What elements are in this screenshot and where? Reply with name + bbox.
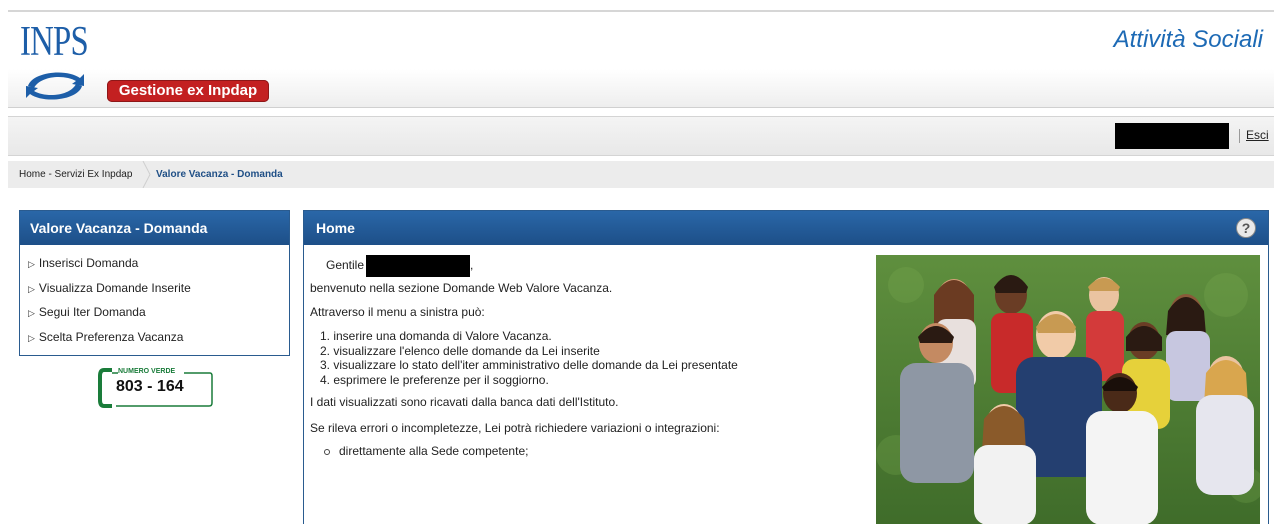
breadcrumb-separator-icon [142,161,151,188]
main-panel-header: Home ? [304,211,1268,245]
list-item: 1. inserire una domanda di Valore Vacanz… [320,329,552,343]
logo-swirl-icon [26,72,84,100]
triangle-right-icon: ▷ [28,259,35,269]
sidebar-panel: Valore Vacanza - Domanda ▷ Inserisci Doma… [19,210,290,356]
numero-verde-badge: NUMERO VERDE 803 - 164 [98,368,214,408]
steps-list: 1. inserire una domanda di Valore Vacanz… [320,329,738,387]
sidebar-title: Valore Vacanza - Domanda [20,211,289,245]
contact-list-item: direttamente alla Sede competente; [324,444,528,458]
header: INPS Gestione ex Inpdap Attività Sociali [8,12,1274,108]
redacted-username [1115,123,1229,149]
children-group-photo [876,255,1260,524]
contact-item-text: direttamente alla Sede competente; [339,444,529,458]
sidebar-item-inserisci-domanda[interactable]: ▷ Inserisci Domanda [20,251,289,276]
divider [1239,129,1240,143]
list-item: 4. esprimere le preferenze per il soggio… [320,372,549,387]
data-note: I dati visualizzati sono ricavati dalla … [310,395,619,409]
numero-verde-label: NUMERO VERDE [118,368,176,375]
sidebar-menu: ▷ Inserisci Domanda ▷ Visualizza Domande I… [20,245,289,349]
sidebar-item-label: Inserisci Domanda [38,256,139,270]
sidebar-item-scelta-preferenza[interactable]: ▷ Scelta Preferenza Vacanza [20,325,289,350]
list-item: 2. visualizzare l'elenco delle domande d… [320,343,600,358]
sidebar-item-segui-iter[interactable]: ▷ Segui Iter Domanda [20,300,289,325]
main-panel: Home ? Gentile, benvenuto nella sezione … [303,210,1269,524]
app-title: Attività Sociali [1113,26,1263,53]
triangle-right-icon: ▷ [28,332,35,343]
intro-text: Attraverso il menu a sinistra può: [310,305,485,319]
logout-link[interactable]: Esci [1246,128,1269,142]
page-title: Home [316,220,355,236]
list-item: 3. visualizzare lo stato dell'iter ammin… [320,358,738,372]
circle-bullet-icon [324,448,330,455]
breadcrumb: Home - Servizi Ex Inpdap Valore Vacanza … [8,161,1274,188]
errors-note: Se rileva errori o incompletezze, Lei po… [310,421,720,435]
numero-verde-number: 803 - 164 [116,378,184,395]
welcome-text: benvenuto nella sezione Domande Web Valo… [310,281,613,295]
breadcrumb-home[interactable]: Home - Servizi Ex Inpdap [19,161,132,188]
greeting-text: Gentile [326,258,365,273]
redacted-name [366,255,471,277]
triangle-right-icon: ▷ [28,283,35,294]
help-icon[interactable]: ? [1236,218,1256,238]
greeting: Gentile, [326,255,473,277]
sidebar-item-label: Visualizza Domande Inserite [38,280,191,295]
sidebar-item-label: Scelta Preferenza Vacanza [38,329,184,344]
inps-logo[interactable]: INPS [20,19,89,106]
gestione-badge: Gestione ex Inpdap [107,80,269,102]
logo-text: INPS [20,19,89,65]
breadcrumb-current: Valore Vacanza - Domanda [156,169,283,180]
sidebar-item-visualizza-domande[interactable]: ▷ Visualizza Domande Inserite [20,276,289,301]
sidebar-item-label: Segui Iter Domanda [38,305,146,319]
user-bar: Esci [8,116,1274,156]
triangle-right-icon: ▷ [28,308,35,318]
